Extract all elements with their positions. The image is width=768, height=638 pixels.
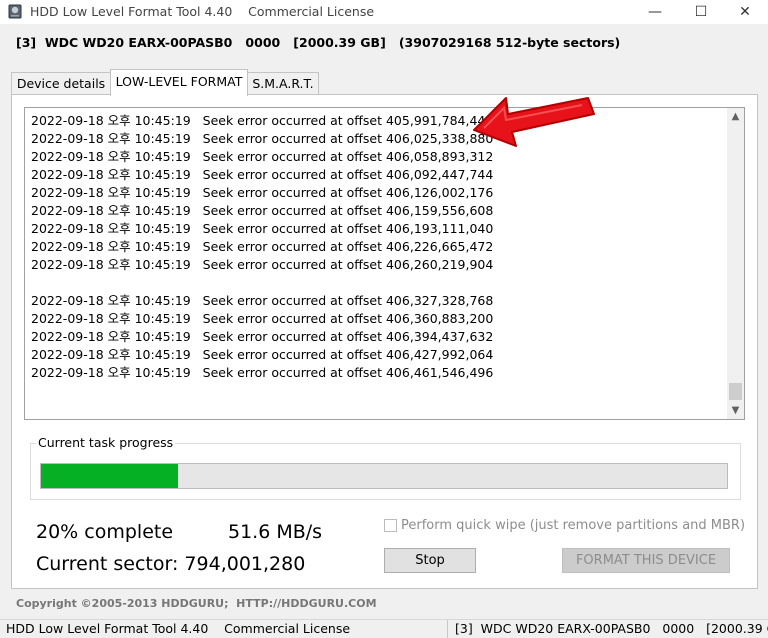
log-scrollbar[interactable]: ▲ ▼ [727,108,744,419]
stop-button[interactable]: Stop [384,548,476,573]
quick-wipe-option[interactable]: Perform quick wipe (just remove partitio… [384,518,745,533]
progress-bar-fill [41,464,179,488]
hdd-app-icon [8,4,22,19]
copyright-link[interactable]: Copyright ©2005-2013 HDDGURU; HTTP://HDD… [16,597,377,610]
log-line: 2022-09-18 오후 10:45:19 Seek error occurr… [31,221,494,236]
device-summary: [3] WDC WD20 EARX-00PASB0 0000 [2000.39 … [16,35,621,50]
log-blank-line [31,274,721,292]
log-line: 2022-09-18 오후 10:45:19 Seek error occurr… [31,365,494,380]
log-line: 2022-09-18 오후 10:45:19 Seek error occurr… [31,113,494,128]
log-line: 2022-09-18 오후 10:45:19 Seek error occurr… [31,185,494,200]
quick-wipe-label: Perform quick wipe (just remove partitio… [401,518,746,533]
log-line: 2022-09-18 오후 10:45:19 Seek error occurr… [31,293,494,308]
maximize-icon[interactable]: ☐ [678,0,724,24]
log-line: 2022-09-18 오후 10:45:19 Seek error occurr… [31,311,494,326]
log-line: 2022-09-18 오후 10:45:19 Seek error occurr… [31,239,494,254]
status-app-info: HDD Low Level Format Tool 4.40 Commercia… [6,621,351,636]
current-sector: Current sector: 794,001,280 [36,553,306,575]
progress-label: Current task progress [36,435,176,450]
log-line: 2022-09-18 오후 10:45:19 Seek error occurr… [31,149,494,164]
red-arrow-annotation [473,97,595,147]
scroll-thumb[interactable] [729,383,742,400]
format-device-button[interactable]: FORMAT THIS DEVICE [562,548,730,573]
percent-complete: 20% complete [36,521,174,543]
log-line: 2022-09-18 오후 10:45:19 Seek error occurr… [31,347,494,362]
log-lines: 2022-09-18 오후 10:45:19 Seek error occurr… [31,112,721,382]
log-line: 2022-09-18 오후 10:45:19 Seek error occurr… [31,203,494,218]
tab-low-level-format[interactable]: LOW-LEVEL FORMAT [110,69,248,96]
scroll-up-icon[interactable]: ▲ [727,108,744,125]
title-bar: HDD Low Level Format Tool 4.40 Commercia… [0,0,768,24]
status-device-info: [3] WDC WD20 EARX-00PASB0 0000 [2000.39 … [447,620,768,638]
transfer-speed: 51.6 MB/s [228,521,323,543]
progress-bar [40,463,728,489]
window-title: HDD Low Level Format Tool 4.40 Commercia… [30,4,375,19]
quick-wipe-checkbox[interactable] [384,519,397,532]
log-line: 2022-09-18 오후 10:45:19 Seek error occurr… [31,329,494,344]
minimize-icon[interactable]: — [632,0,678,24]
status-bar: HDD Low Level Format Tool 4.40 Commercia… [0,619,768,638]
close-icon[interactable]: ✕ [722,0,768,24]
log-line: 2022-09-18 오후 10:45:19 Seek error occurr… [31,257,494,272]
log-line: 2022-09-18 오후 10:45:19 Seek error occurr… [31,131,494,146]
log-list[interactable]: 2022-09-18 오후 10:45:19 Seek error occurr… [24,107,745,420]
log-line: 2022-09-18 오후 10:45:19 Seek error occurr… [31,167,494,182]
scroll-down-icon[interactable]: ▼ [727,402,744,419]
tab-device-details[interactable]: Device details [11,72,111,95]
tab-smart[interactable]: S.M.A.R.T. [247,72,319,95]
